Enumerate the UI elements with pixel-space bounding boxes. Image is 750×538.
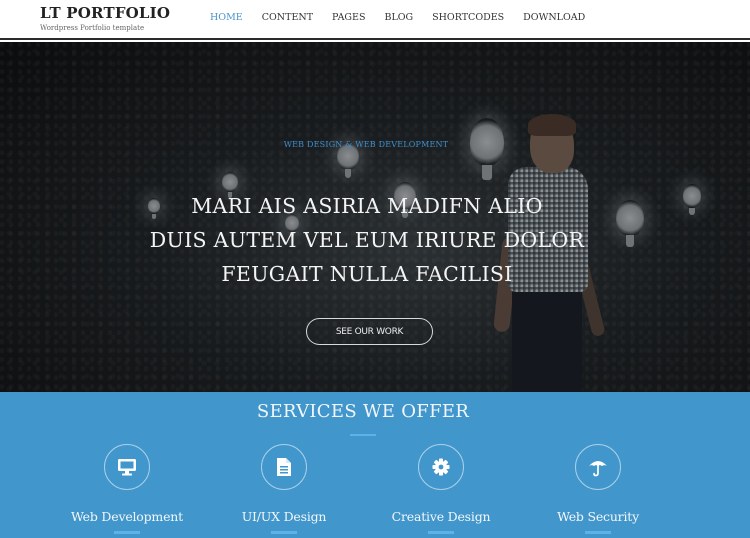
- service-underline: [428, 531, 454, 534]
- hero-headline-line: FEUGAIT NULLA FACILISI: [221, 262, 513, 286]
- service-label: UI/UX Design: [241, 509, 327, 524]
- service-web-security[interactable]: Web Security: [523, 444, 673, 534]
- site-logo[interactable]: LT PORTFOLIO Wordpress Portfolio templat…: [40, 4, 170, 32]
- nav-item-home[interactable]: HOME: [210, 12, 243, 23]
- hero-banner: WEB DESIGN & WEB DEVELOPMENT MARI AIS AS…: [0, 42, 750, 392]
- document-icon: [277, 458, 291, 476]
- service-web-development[interactable]: Web Development: [52, 444, 202, 534]
- service-icon-circle[interactable]: [261, 444, 307, 490]
- hero-headline-line: DUIS AUTEM VEL EUM IRIURE DOLOR: [149, 228, 585, 252]
- service-label: Web Security: [557, 509, 639, 524]
- service-icon-circle[interactable]: [104, 444, 150, 490]
- title-divider: [350, 434, 376, 436]
- nav-item-download[interactable]: DOWNLOAD: [523, 12, 585, 23]
- services-section: SERVICES WE OFFER Web Development UI/UX …: [0, 392, 750, 538]
- hero-kicker: WEB DESIGN & WEB DEVELOPMENT: [283, 140, 449, 149]
- see-our-work-button[interactable]: SEE OUR WORK: [306, 318, 433, 345]
- site-title[interactable]: LT PORTFOLIO: [40, 4, 170, 22]
- monitor-icon: [118, 459, 136, 476]
- service-underline: [114, 531, 140, 534]
- hero-headline: MARI AIS ASIRIA MADIFN ALIO DUIS AUTEM V…: [0, 189, 734, 291]
- nav-item-shortcodes[interactable]: SHORTCODES: [432, 12, 504, 23]
- service-underline: [585, 531, 611, 534]
- nav-item-blog[interactable]: BLOG: [384, 12, 413, 23]
- hero-headline-line: MARI AIS ASIRIA MADIFN ALIO: [191, 194, 543, 218]
- site-tagline: Wordpress Portfolio template: [40, 24, 145, 32]
- gear-icon: [432, 458, 450, 476]
- service-icon-circle[interactable]: [575, 444, 621, 490]
- nav-item-pages[interactable]: PAGES: [332, 12, 365, 23]
- service-ui-ux-design[interactable]: UI/UX Design: [209, 444, 359, 534]
- service-label: Creative Design: [391, 509, 491, 524]
- service-icon-circle[interactable]: [418, 444, 464, 490]
- service-underline: [271, 531, 297, 534]
- services-title: SERVICES WE OFFER: [256, 401, 470, 422]
- nav-item-content[interactable]: CONTENT: [262, 12, 313, 23]
- service-label: Web Development: [71, 509, 183, 524]
- main-nav: HOME CONTENT PAGES BLOG SHORTCODES DOWNL…: [210, 12, 604, 23]
- service-creative-design[interactable]: Creative Design: [366, 444, 516, 534]
- umbrella-icon: [589, 461, 607, 477]
- site-header: LT PORTFOLIO Wordpress Portfolio templat…: [0, 0, 750, 40]
